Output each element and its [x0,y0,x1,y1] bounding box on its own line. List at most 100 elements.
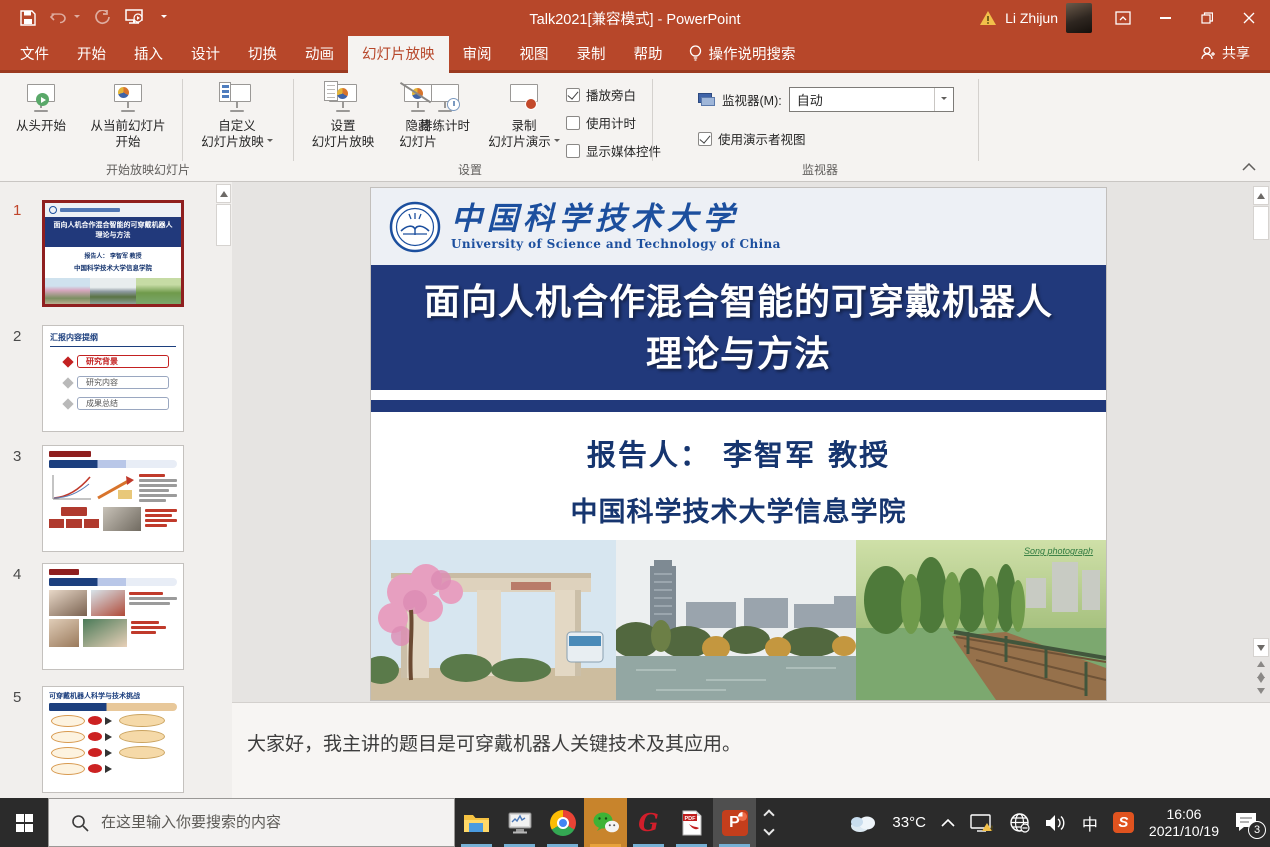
undo-dropdown-icon[interactable] [71,15,80,21]
use-timings-checkbox[interactable]: 使用计时 [566,113,636,132]
minimize-button[interactable] [1144,0,1186,36]
network-globe-icon[interactable] [1009,812,1030,833]
scroll-up-arrow-icon[interactable] [216,184,231,203]
powerpoint-taskbar-icon[interactable]: P [713,798,756,847]
from-beginning-button[interactable]: 从头开始 [8,79,74,134]
redo-icon[interactable] [94,10,110,26]
close-button[interactable] [1228,0,1270,36]
chevron-up-icon[interactable] [763,809,774,820]
avatar[interactable] [1066,3,1092,33]
taskbar-clock[interactable]: 16:06 2021/10/19 [1149,806,1219,840]
tab-file[interactable]: 文件 [6,36,63,70]
file-explorer-icon[interactable] [455,798,498,847]
start-slideshow-icon[interactable] [124,9,144,27]
system-monitor-app-icon[interactable] [498,798,541,847]
ime-indicator[interactable]: 中 [1082,811,1098,835]
tab-record[interactable]: 录制 [563,36,620,70]
notes-text: 大家好，我主讲的题目是可穿戴机器人关键技术及其应用。 [247,734,741,755]
presenter-line[interactable]: 报告人： 李智军 教授 [371,412,1106,474]
tab-home[interactable]: 开始 [63,36,120,70]
start-button[interactable] [0,798,48,847]
chevron-down-icon [267,139,273,145]
tab-slideshow[interactable]: 幻灯片放映 [348,36,449,70]
collapse-ribbon-button[interactable] [1242,158,1256,176]
customize-qat-icon[interactable] [158,15,167,21]
affiliation-line[interactable]: 中国科学技术大学信息学院 [371,474,1106,529]
group-label-set-up: 设置 [380,161,560,178]
custom-slideshow-button[interactable]: 自定义 幻灯片放映 [186,79,288,150]
taskbar: G PDF P 33°C 中 S 16:06 2021/10/1 [0,798,1270,847]
photo-campus-lake[interactable] [616,540,856,700]
monitor-select[interactable]: 自动 [789,87,954,112]
temperature-label[interactable]: 33°C [892,814,926,831]
undo-icon[interactable] [50,11,67,26]
share-button[interactable]: 共享 [1201,36,1270,70]
tab-transitions[interactable]: 切换 [234,36,291,70]
slide-title[interactable]: 面向人机合作混合智能的可穿戴机器人 理论与方法 [371,265,1106,390]
sogou-input-icon[interactable]: S [1113,812,1134,833]
slide-editor-area: 中国科学技术大学 University of Science and Techn… [232,182,1270,702]
action-center-icon[interactable]: 3 [1234,811,1260,835]
tell-me-label: 操作说明搜索 [709,43,796,64]
person-icon [1201,46,1216,61]
tab-animations[interactable]: 动画 [291,36,348,70]
slide-scrollbar-thumb[interactable] [1253,206,1269,240]
slide-canvas[interactable]: 中国科学技术大学 University of Science and Techn… [371,188,1106,700]
hidden-icons-chevron[interactable] [941,818,955,827]
restore-button[interactable] [1186,0,1228,36]
scroll-down-button[interactable] [1253,638,1269,657]
university-name-cn[interactable]: 中国科学技术大学 [451,203,781,235]
previous-slide-button[interactable] [1253,658,1269,677]
display-warning-icon[interactable] [970,813,994,833]
custom-slideshow-icon [221,84,253,118]
university-name-en[interactable]: University of Science and Technology of … [451,237,781,251]
save-icon[interactable] [20,10,36,26]
slide-number-5: 5 [13,689,21,706]
tab-help[interactable]: 帮助 [620,36,677,70]
tab-design[interactable]: 设计 [177,36,234,70]
chrome-icon[interactable] [541,798,584,847]
photo-campus-boardwalk[interactable]: Song photograph [856,540,1106,700]
from-current-slide-button[interactable]: 从当前幻灯片 开始 [76,79,180,150]
pdf-app-icon[interactable]: PDF [670,798,713,847]
tab-review[interactable]: 审阅 [449,36,506,70]
next-slide-button[interactable] [1253,678,1269,697]
speaker-notes-pane[interactable]: 大家好，我主讲的题目是可穿戴机器人关键技术及其应用。 [232,702,1270,798]
tab-view[interactable]: 视图 [506,36,563,70]
thumbnail-scrollbar[interactable] [216,184,231,800]
slide-thumbnail-1[interactable]: 面向人机合作混合智能的可穿戴机器人理论与方法 报告人： 李智军 教授 中国科学技… [42,200,184,307]
search-input[interactable] [101,814,431,831]
ribbon-display-options-icon[interactable] [1102,0,1144,36]
taskbar-search[interactable] [48,798,455,847]
use-presenter-view-checkbox[interactable]: 使用演示者视图 [698,129,806,148]
group-label-monitors: 监视器 [720,161,920,178]
scroll-up-button[interactable] [1253,186,1269,205]
taskbar-scroll-arrows[interactable] [756,798,782,847]
slide-thumbnail-5[interactable]: 可穿戴机器人科学与技术挑战 [42,686,184,793]
monitor-label: 监视器(M): [722,90,782,109]
account-area[interactable]: Li Zhijun [979,3,1092,33]
slide-thumbnail-3[interactable] [42,445,184,552]
title-bar: Talk2021[兼容模式] - PowerPoint Li Zhijun [0,0,1270,36]
tab-insert[interactable]: 插入 [120,36,177,70]
set-up-slideshow-button[interactable]: 设置 幻灯片放映 [299,79,387,150]
g-app-icon[interactable]: G [627,798,670,847]
play-narrations-checkbox[interactable]: 播放旁白 [566,85,636,104]
slide-thumbnail-2[interactable]: 汇报内容提纲 研究背景 研究内容 成果总结 [42,325,184,432]
record-slideshow-icon [508,84,540,118]
weather-cloud-icon[interactable] [849,814,877,832]
show-media-controls-checkbox[interactable]: 显示媒体控件 [566,141,661,160]
monitor-icon [698,93,715,107]
record-slideshow-button[interactable]: 录制 幻灯片演示 [482,79,566,150]
thumbnail-scrollbar-thumb[interactable] [216,204,231,246]
chevron-down-icon[interactable] [763,824,774,835]
wechat-icon[interactable] [584,798,627,847]
speaker-icon[interactable] [1045,814,1067,832]
tell-me-search[interactable]: 操作说明搜索 [677,36,808,70]
slide-thumbnail-4[interactable] [42,563,184,670]
set-up-slideshow-icon [327,84,359,118]
rehearse-timings-button[interactable]: 排练计时 [412,79,478,134]
slide-number-2: 2 [13,328,21,345]
photo-campus-gate[interactable] [371,540,616,700]
lightbulb-icon [689,45,702,62]
